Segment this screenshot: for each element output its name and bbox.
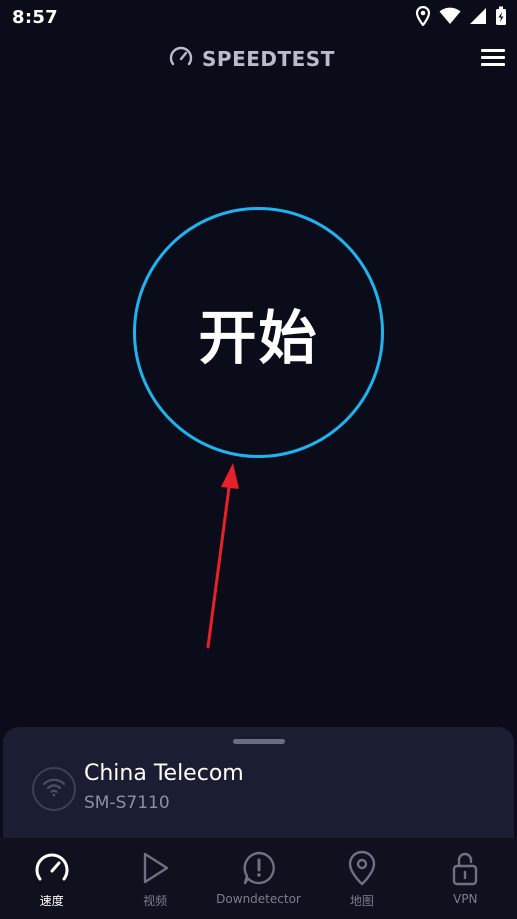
status-time: 8:57 — [12, 7, 58, 28]
start-button[interactable]: 开始 — [133, 207, 384, 458]
wifi-icon — [42, 777, 66, 801]
location-icon — [415, 5, 431, 30]
brand: SPEEDTEST — [168, 44, 335, 74]
nav-label-map: 地图 — [349, 894, 374, 908]
nav-item-video[interactable]: 视频 — [103, 838, 206, 919]
nav-item-speed[interactable]: 速度 — [0, 838, 103, 919]
nav-item-vpn[interactable]: VPN — [414, 838, 517, 919]
nav-label-vpn: VPN — [453, 892, 478, 906]
alert-icon — [241, 850, 277, 886]
nav-item-downdetector[interactable]: Downdetector — [207, 838, 310, 919]
bottom-nav: 速度 视频 Downdetector 地图 VPN — [0, 838, 517, 919]
connection-type-badge — [32, 767, 76, 811]
provider-name: China Telecom — [84, 761, 244, 786]
battery-charging-icon — [495, 6, 507, 30]
app-header: SPEEDTEST — [0, 38, 517, 78]
lock-icon — [451, 850, 479, 886]
sheet-drag-handle[interactable] — [233, 739, 285, 744]
cellular-signal-icon — [469, 7, 487, 29]
hamburger-menu-icon[interactable] — [478, 46, 508, 70]
speedometer-logo-icon — [168, 44, 194, 74]
status-bar: 8:57 — [0, 0, 517, 36]
wifi-icon — [439, 7, 461, 29]
status-icons — [415, 5, 507, 30]
speedometer-icon — [33, 850, 71, 886]
nav-label-speed: 速度 — [39, 894, 64, 908]
device-name: SM-S7110 — [84, 793, 170, 813]
start-button-label: 开始 — [198, 303, 319, 372]
play-icon — [139, 850, 171, 886]
nav-item-map[interactable]: 地图 — [310, 838, 413, 919]
nav-label-video: 视频 — [143, 894, 168, 908]
nav-label-downdetector: Downdetector — [216, 892, 301, 906]
map-pin-icon — [347, 850, 377, 886]
brand-name: SPEEDTEST — [202, 47, 335, 71]
